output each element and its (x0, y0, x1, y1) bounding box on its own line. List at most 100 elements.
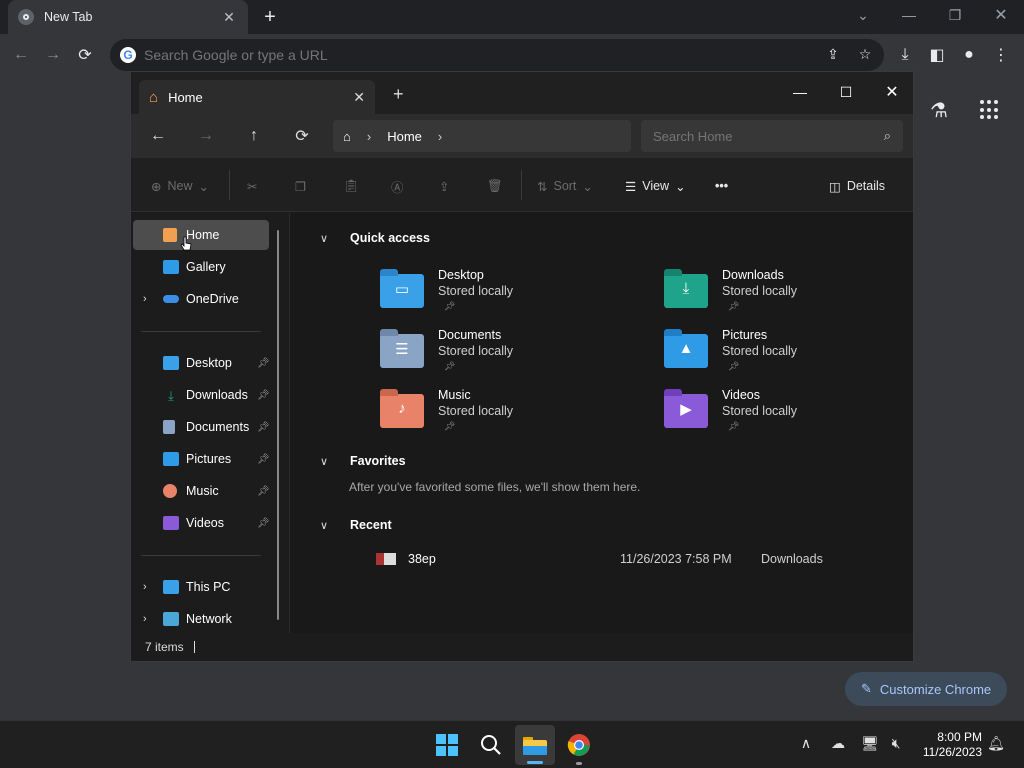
chrome-toolbar: ← → ⟳ G ⇪ ☆ ⤓ ◧ ● ⋮ (0, 34, 1024, 76)
chevron-right-icon[interactable]: › (143, 613, 147, 625)
home-icon (163, 228, 177, 242)
sort-label: Sort (553, 179, 577, 193)
sidebar-item-network[interactable]: › Network (133, 604, 269, 634)
customize-chrome-button[interactable]: ✎ Customize Chrome (845, 672, 1007, 706)
sidebar-item-this-pc[interactable]: › This PC (133, 572, 269, 602)
sidebar-item-downloads[interactable]: ⤓ Downloads 📌︎ (133, 380, 270, 410)
see-more-button[interactable]: ••• (715, 176, 728, 196)
back-icon[interactable]: ← (145, 124, 171, 148)
sidebar-item-pictures[interactable]: Pictures 📌︎ (133, 444, 270, 474)
close-tab-icon[interactable]: ✕ (220, 9, 238, 26)
google-apps-icon[interactable] (980, 100, 1000, 120)
explorer-close-button[interactable]: ✕ (877, 78, 907, 106)
gallery-icon (163, 260, 179, 274)
recent-file-row[interactable]: 38ep 11/26/2023 7:58 PM Downloads (376, 549, 876, 569)
music-folder-icon: ♪ (380, 389, 424, 428)
quick-access-item-music[interactable]: ♪ Music Stored locally 📌︎ (380, 388, 620, 444)
clock-date: 11/26/2023 (922, 745, 982, 759)
chrome-minimize-button[interactable]: — (886, 0, 932, 30)
explorer-minimize-button[interactable]: — (785, 78, 815, 106)
details-button[interactable]: ◫ Details (829, 176, 885, 196)
quick-access-item-videos[interactable]: ▶ Videos Stored locally 📌︎ (664, 388, 904, 444)
new-tab-button[interactable]: + (260, 6, 280, 28)
quick-access-item-downloads[interactable]: ⤓ Downloads Stored locally 📌︎ (664, 268, 904, 324)
system-clock[interactable]: 8:00 PM 11/26/2023 (912, 730, 982, 760)
new-button[interactable]: ⊕ New ⌄ (151, 176, 209, 196)
search-box[interactable]: ⌕ (641, 120, 903, 152)
rename-icon[interactable]: Ⓐ (391, 176, 404, 196)
chrome-tab-new-tab[interactable]: New Tab ✕ (8, 0, 248, 34)
reload-icon[interactable]: ⟳ (72, 42, 98, 68)
documents-folder-icon: ☰ (380, 329, 424, 368)
section-title: Favorites (350, 454, 406, 468)
back-icon[interactable]: ← (8, 42, 34, 68)
copy-icon[interactable]: ❐ (295, 176, 306, 196)
show-hidden-icons-chevron-icon[interactable]: ∧ (796, 735, 816, 752)
explorer-tab-home[interactable]: ⌂ Home ✕ (139, 80, 375, 114)
view-button[interactable]: ☰ View ⌄ (625, 176, 686, 196)
up-icon[interactable]: ↑ (241, 124, 267, 148)
share-icon[interactable]: ⇪ (439, 176, 449, 196)
sidebar-item-desktop[interactable]: Desktop 📌︎ (133, 348, 270, 378)
chrome-close-button[interactable]: ✕ (978, 0, 1024, 30)
file-explorer-icon[interactable] (520, 730, 550, 760)
favorites-header[interactable]: ∨ Favorites (320, 454, 406, 468)
sidebar-item-videos[interactable]: Videos 📌︎ (133, 508, 270, 538)
profile-icon[interactable]: ● (956, 42, 982, 68)
status-bar: 7 items (131, 633, 913, 661)
sidebar-item-gallery[interactable]: Gallery (133, 252, 269, 282)
volume-muted-icon[interactable]: 🔇︎ (886, 735, 906, 752)
quick-access-item-documents[interactable]: ☰ Documents Stored locally 📌︎ (380, 328, 620, 384)
sidebar-item-documents[interactable]: Documents 📌︎ (133, 412, 270, 442)
explorer-new-tab-button[interactable]: + (393, 84, 404, 105)
quick-access-item-desktop[interactable]: ▭ Desktop Stored locally 📌︎ (380, 268, 620, 324)
bookmark-star-icon[interactable]: ☆ (856, 46, 874, 63)
quick-access-header[interactable]: ∨ Quick access (320, 231, 430, 245)
delete-icon[interactable]: 🗑︎ (487, 176, 503, 196)
videos-folder-icon: ▶ (664, 389, 708, 428)
start-windows-icon[interactable] (432, 730, 462, 760)
address-bar[interactable]: ⌂ › Home › (333, 120, 631, 152)
chevron-right-icon[interactable]: › (143, 581, 147, 593)
chrome-restore-button[interactable]: ❐ (932, 0, 978, 30)
recent-header[interactable]: ∨ Recent (320, 518, 392, 532)
quick-access-item-pictures[interactable]: ▲ Pictures Stored locally 📌︎ (664, 328, 904, 384)
sort-button[interactable]: ⇅ Sort ⌄ (537, 176, 593, 196)
sidebar-item-label: Videos (186, 516, 224, 530)
pin-icon: 📌︎ (257, 453, 270, 465)
labs-flask-icon[interactable]: ⚗ (930, 98, 948, 123)
omnibox-input[interactable] (144, 47, 794, 63)
breadcrumb-chevron-icon[interactable]: › (438, 129, 442, 144)
pin-icon: 📌︎ (257, 357, 270, 369)
refresh-icon[interactable]: ⟳ (289, 124, 315, 148)
paste-icon[interactable]: 📋︎ (343, 176, 359, 196)
breadcrumb-separator-icon: › (366, 128, 372, 144)
onedrive-tray-icon[interactable]: ☁ (828, 735, 848, 752)
side-panel-icon[interactable]: ◧ (924, 42, 950, 68)
chrome-menu-icon[interactable]: ⋮ (988, 42, 1014, 68)
chevron-right-icon[interactable]: › (143, 293, 147, 305)
divider (141, 555, 261, 556)
breadcrumb-home[interactable]: Home (387, 129, 422, 144)
close-tab-icon[interactable]: ✕ (353, 89, 365, 106)
notification-bell-icon[interactable]: 🔔︎ (986, 735, 1006, 752)
item-name: Videos (722, 388, 760, 402)
sidebar-item-music[interactable]: Music 📌︎ (133, 476, 270, 506)
downloads-icon[interactable]: ⤓ (892, 42, 918, 68)
search-input[interactable] (653, 128, 884, 144)
explorer-maximize-button[interactable]: ☐ (831, 78, 861, 106)
sidebar-scrollbar[interactable] (277, 230, 279, 620)
share-icon[interactable]: ⇪ (824, 46, 842, 63)
network-tray-icon[interactable]: 🖥︎ (860, 735, 880, 752)
chrome-icon[interactable] (564, 730, 594, 760)
sidebar-item-home[interactable]: Home (133, 220, 269, 250)
cut-icon[interactable]: ✂ (247, 176, 257, 196)
forward-icon[interactable]: → (40, 42, 66, 68)
tab-search-icon[interactable]: ⌄ (840, 0, 886, 30)
divider (229, 170, 230, 200)
forward-icon[interactable]: → (193, 124, 219, 148)
sidebar-item-onedrive[interactable]: › OneDrive (133, 284, 269, 314)
explorer-tab-title: Home (168, 89, 203, 105)
search-icon[interactable] (476, 730, 506, 760)
omnibox[interactable]: G ⇪ ☆ (110, 39, 884, 71)
